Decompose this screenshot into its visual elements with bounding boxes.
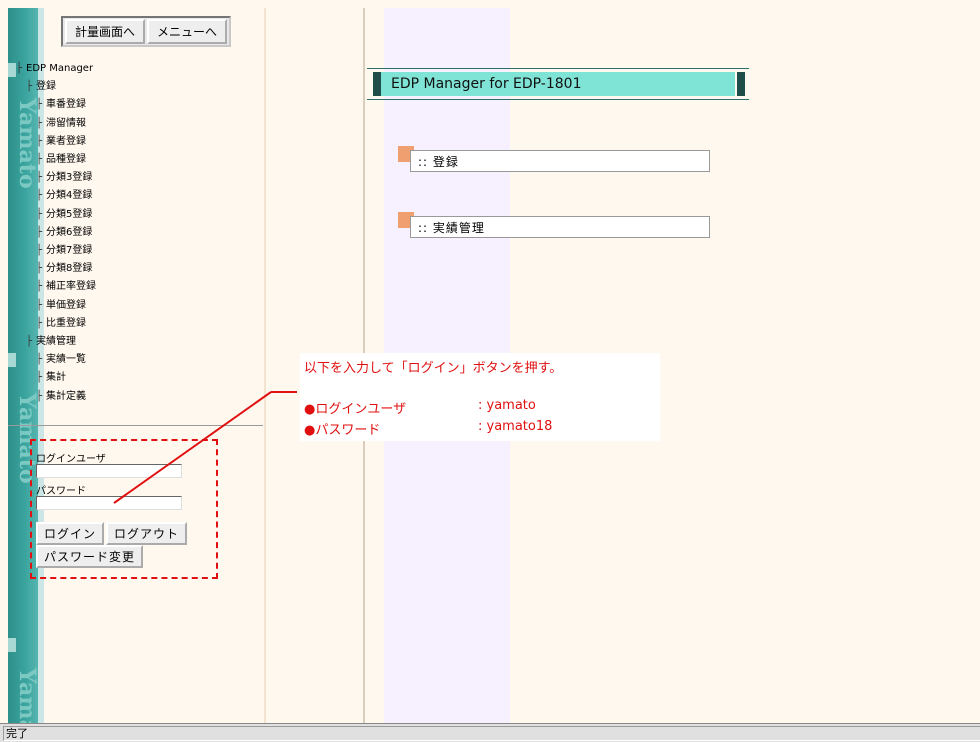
tree-item[interactable]: ├ 比重登録 (16, 315, 96, 333)
menu-item-label: :: 登録 (418, 155, 459, 169)
tree-item[interactable]: ├ 分類4登録 (16, 187, 96, 205)
annotation-callout: 以下を入力して「ログイン」ボタンを押す。 ●ログインユーザ : yamato ●… (300, 353, 660, 441)
tree-item-label: 集計 (46, 372, 66, 384)
strip-tick (8, 63, 16, 77)
tree-item-label: 単価登録 (46, 299, 86, 311)
annotation-instruction: 以下を入力して「ログイン」ボタンを押す。 (304, 361, 563, 376)
tree-item[interactable]: ├ 分類7登録 (16, 242, 96, 260)
tree-item-label: 分類4登録 (46, 190, 93, 202)
tree-branch-icon: ├ (36, 190, 43, 202)
tree-item-label: 集計定義 (46, 390, 86, 402)
tree-branch-icon: ├ (36, 208, 43, 220)
measure-screen-button[interactable]: 計量画面へ (65, 19, 146, 44)
tree-item[interactable]: ├ 分類3登録 (16, 169, 96, 187)
annotation-user-value: : yamato (478, 398, 536, 413)
tree-branch-icon: ├ (26, 336, 33, 348)
annotation-password-value: : yamato18 (478, 419, 553, 434)
tree-item[interactable]: ├ 補正率登録 (16, 278, 96, 296)
tree-branch-icon: ├ (36, 117, 43, 129)
tree-item[interactable]: ├ 品種登録 (16, 151, 96, 169)
tree-item[interactable]: ├ 分類5登録 (16, 206, 96, 224)
tree-branch-icon: ├ (36, 172, 43, 184)
tree-branch-icon: ├ (36, 372, 43, 384)
header-bottom-rule (367, 99, 749, 100)
tree-branch-icon: ├ (16, 63, 23, 74)
tree-branch-icon: ├ (36, 281, 43, 293)
tree-item-label: 分類7登録 (46, 245, 93, 257)
tree-item-label: 業者登録 (46, 135, 86, 147)
tree-item-label: EDP Manager (26, 63, 94, 74)
top-button-group: 計量画面へ メニューへ (61, 16, 232, 47)
page-header: EDP Manager for EDP-1801 (367, 68, 749, 100)
tree-item-label: 比重登録 (46, 317, 86, 329)
tree-item[interactable]: ├ 実績管理 (16, 333, 96, 351)
tree-item-label: 登録 (36, 81, 56, 93)
menu-item-register[interactable]: :: 登録 (398, 146, 710, 172)
section-divider (8, 425, 263, 426)
login-highlight-box (30, 439, 218, 579)
tree-branch-icon: ├ (36, 263, 43, 275)
tree-branch-icon: ├ (36, 390, 43, 402)
tree-item-label: 実績一覧 (46, 354, 86, 366)
header-right-cap (737, 72, 745, 96)
tree-item[interactable]: ├ 集計定義 (16, 388, 96, 406)
tree-branch-icon: ├ (36, 354, 43, 366)
menu-item-results[interactable]: :: 実績管理 (398, 212, 710, 238)
tree-item-label: 補正率登録 (46, 281, 96, 293)
menu-item-label: :: 実績管理 (418, 221, 485, 235)
tree-item-label: 実績管理 (36, 336, 76, 348)
page-title: EDP Manager for EDP-1801 (391, 76, 582, 92)
tree-item[interactable]: ├ 滞留情報 (16, 115, 96, 133)
tree-item-label: 分類6登録 (46, 226, 93, 238)
navigation-tree: ├ EDP Manager ├ 登録 ├ 車番登録 ├ 滞留情報 ├ 業者登録 ├ 品種登録 ├ 分類3登… (16, 60, 96, 406)
tree-item[interactable]: ├ 分類6登録 (16, 224, 96, 242)
tree-branch-icon: ├ (36, 135, 43, 147)
tree-item[interactable]: ├ 登録 (16, 78, 96, 96)
tree-branch-icon: ├ (36, 299, 43, 311)
tree-item-label: 分類5登録 (46, 208, 93, 220)
tree-item-label: 分類3登録 (46, 172, 93, 184)
tree-item-label: 車番登録 (46, 99, 86, 111)
tree-branch-icon: ├ (26, 81, 33, 93)
menu-button[interactable]: メニューへ (147, 19, 228, 44)
tree-item[interactable]: ├ 業者登録 (16, 133, 96, 151)
strip-tick (8, 638, 16, 652)
strip-tick (8, 353, 16, 367)
tree-item-label: 滞留情報 (46, 117, 86, 129)
tree-item[interactable]: ├ 分類8登録 (16, 260, 96, 278)
tree-item-label: 品種登録 (46, 154, 86, 166)
status-bar: 完了 (0, 723, 980, 742)
tree-item[interactable]: ├ 単価登録 (16, 297, 96, 315)
tree-branch-icon: ├ (36, 317, 43, 329)
tree-branch-icon: ├ (36, 154, 43, 166)
header-top-rule (367, 68, 749, 69)
tree-branch-icon: ├ (36, 245, 43, 257)
watermark-logo: Yamato (14, 668, 38, 723)
status-text: 完了 (3, 726, 980, 741)
tree-item[interactable]: ├ EDP Manager (16, 60, 96, 78)
tree-item[interactable]: ├ 集計 (16, 369, 96, 387)
annotation-password-label: ●パスワード (304, 423, 381, 438)
tree-item[interactable]: ├ 車番登録 (16, 96, 96, 114)
header-left-cap (373, 72, 381, 96)
tree-item[interactable]: ├ 実績一覧 (16, 351, 96, 369)
pane-divider[interactable] (264, 8, 266, 723)
annotation-user-label: ●ログインユーザ (304, 402, 407, 417)
tree-item-label: 分類8登録 (46, 263, 93, 275)
tree-branch-icon: ├ (36, 99, 43, 111)
tree-branch-icon: ├ (36, 226, 43, 238)
